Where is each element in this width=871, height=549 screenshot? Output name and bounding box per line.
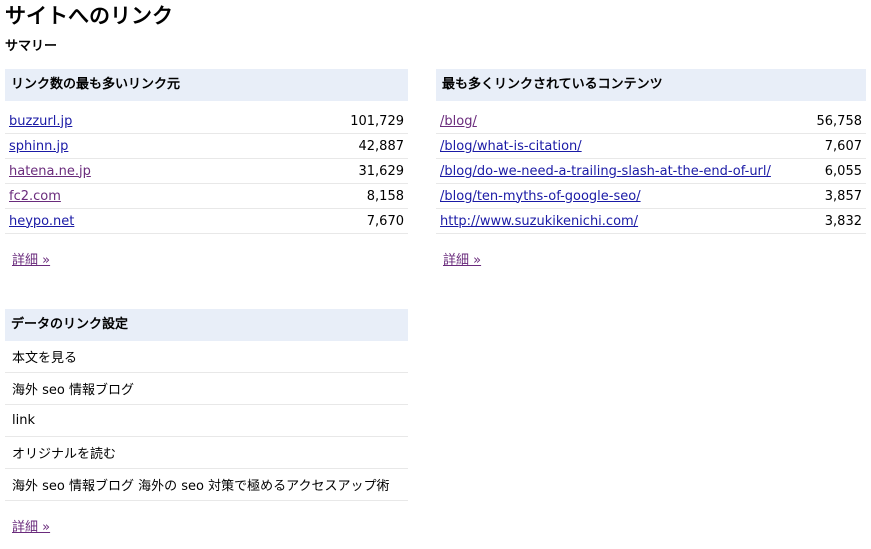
linked-content-row: /blog/what-is-citation/7,607 [436,134,866,159]
linked-content-row-count: 6,055 [824,163,862,179]
linking-site-row-link[interactable]: heypo.net [5,214,74,229]
linked-content-row-link[interactable]: /blog/what-is-citation/ [436,139,582,154]
linked-content-row-link[interactable]: /blog/ten-myths-of-google-seo/ [436,189,641,204]
linked-content-row: /blog/56,758 [436,109,866,134]
linking-site-row-link[interactable]: hatena.ne.jp [5,164,91,179]
page-title: サイトへのリンク [5,4,173,28]
linked-content-row-link[interactable]: http://www.suzukikenichi.com/ [436,214,638,229]
linking-site-row-link[interactable]: buzzurl.jp [5,114,72,129]
linking-site-row: hatena.ne.jp 31,629 [5,159,408,184]
linked-content-row-count: 3,832 [824,213,862,229]
top-linking-sites-panel: リンク数の最も多いリンク元 buzzurl.jp 101,729 sphinn.jp… [5,69,408,268]
linking-site-row: buzzurl.jp 101,729 [5,109,408,134]
linking-site-row-count: 31,629 [358,163,405,179]
linked-content-row-link[interactable]: /blog/do-we-need-a-trailing-slash-at-the… [436,164,771,179]
anchor-text-row: link [5,405,408,437]
linking-site-row: sphinn.jp 42,887 [5,134,408,159]
top-linked-content-header: 最も多くリンクされているコンテンツ [436,69,866,101]
linking-site-row-link[interactable]: fc2.com [5,189,61,204]
anchor-text-row: オリジナルを読む [5,437,408,469]
linking-site-row-count: 101,729 [350,113,404,129]
linking-site-row-count: 7,670 [366,213,404,229]
summary-label: サマリー [5,39,58,54]
linked-content-row: http://www.suzukikenichi.com/3,832 [436,209,866,234]
top-linked-content-list: /blog/56,758/blog/what-is-citation/7,607… [436,109,866,234]
anchor-text-header: データのリンク設定 [5,309,408,341]
linked-content-row-count: 56,758 [816,113,863,129]
linked-content-row-count: 7,607 [824,138,862,154]
linked-content-row: /blog/do-we-need-a-trailing-slash-at-the… [436,159,866,184]
top-linking-sites-list: buzzurl.jp 101,729 sphinn.jp 42,887 hatena.n… [5,109,408,234]
linking-site-row: heypo.net 7,670 [5,209,408,234]
anchor-text-row: 海外 seo 情報ブログ 海外の seo 対策で極めるアクセスアップ術 [5,469,408,501]
top-linking-sites-header: リンク数の最も多いリンク元 [5,69,408,101]
linked-content-row-link[interactable]: /blog/ [436,114,477,129]
linked-content-row-count: 3,857 [824,188,862,204]
linking-site-row-link[interactable]: sphinn.jp [5,139,68,154]
linking-site-row-count: 42,887 [358,138,405,154]
top-linked-content-panel: 最も多くリンクされているコンテンツ /blog/56,758/blog/what… [436,69,866,268]
linking-site-row-count: 8,158 [366,188,404,204]
anchor-text-panel: データのリンク設定 本文を見る 海外 seo 情報ブログ link オリジナルを読む海… [5,309,408,535]
anchor-text-row: 本文を見る [5,341,408,373]
top-linked-content-more-link[interactable]: 詳細 » [443,249,481,268]
linking-site-row: fc2.com 8,158 [5,184,408,209]
top-linking-sites-more-link[interactable]: 詳細 » [12,249,50,268]
anchor-text-more-link[interactable]: 詳細 » [12,516,50,535]
linked-content-row: /blog/ten-myths-of-google-seo/3,857 [436,184,866,209]
anchor-text-list: 本文を見る 海外 seo 情報ブログ link オリジナルを読む 海外 seo 情報ブロ… [5,341,408,501]
anchor-text-row: 海外 seo 情報ブログ [5,373,408,405]
